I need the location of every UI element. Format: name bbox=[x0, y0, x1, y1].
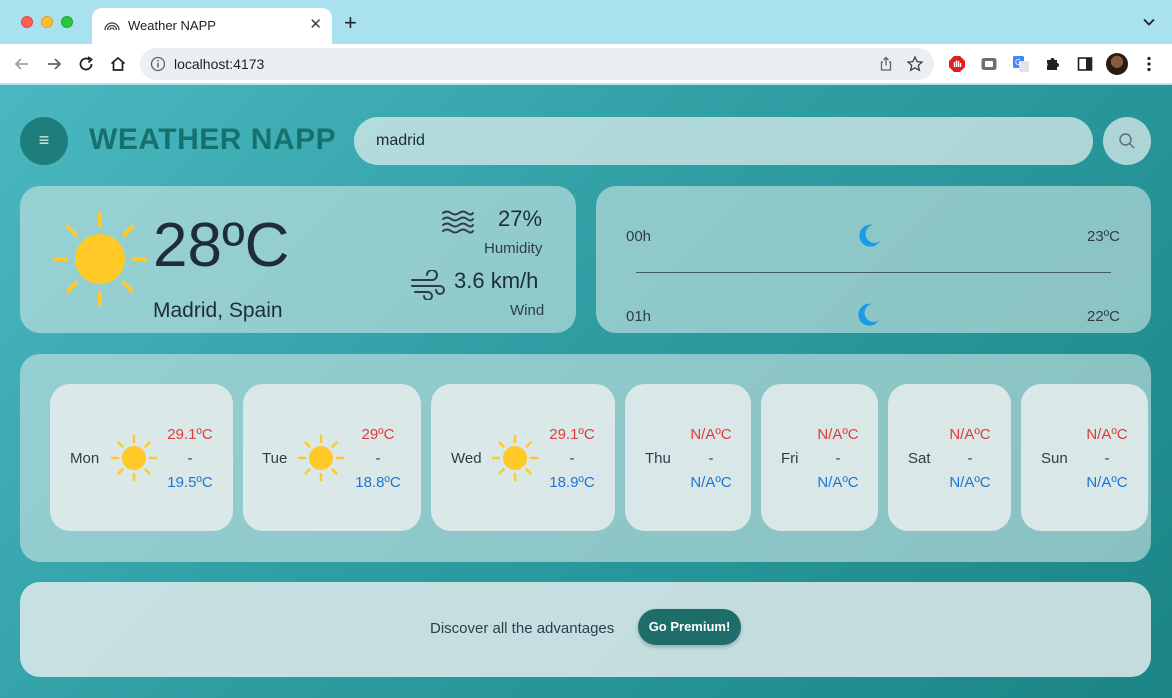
temperature-separator: - bbox=[569, 450, 575, 467]
day-card-tue[interactable]: Tue 29ºC - 18.8ºC bbox=[243, 384, 421, 531]
browser-tab-bar: Weather NAPP ✕ + bbox=[0, 0, 1172, 44]
moon-icon bbox=[858, 303, 879, 326]
home-icon[interactable] bbox=[108, 54, 128, 74]
url-text: localhost:4173 bbox=[174, 56, 265, 72]
max-temperature: 29.1ºC bbox=[167, 426, 213, 443]
temperature-separator: - bbox=[708, 450, 714, 467]
max-temperature: N/AºC bbox=[817, 426, 859, 443]
new-tab-button[interactable]: + bbox=[344, 12, 357, 34]
weather-app: ≡ WEATHER NAPP madrid 28ºC Madrid, Spain… bbox=[0, 85, 1172, 698]
min-temperature: N/AºC bbox=[690, 474, 732, 491]
puzzle-extensions-icon[interactable] bbox=[1044, 55, 1062, 73]
humidity-label: Humidity bbox=[484, 240, 543, 257]
wind-value: 3.6 km/h bbox=[454, 268, 539, 293]
app-title: WEATHER NAPP bbox=[89, 123, 337, 156]
translate-extension-icon[interactable]: G bbox=[1012, 55, 1030, 73]
hour-temperature: 23ºC bbox=[1087, 228, 1120, 245]
temperature-separator: - bbox=[187, 450, 193, 467]
current-weather-card: 28ºC Madrid, Spain 27% Humidity 3.6 km/h… bbox=[20, 186, 576, 333]
day-name: Thu bbox=[645, 450, 671, 467]
humidity-waves-icon bbox=[442, 210, 474, 234]
share-icon[interactable] bbox=[878, 56, 894, 72]
weekly-forecast-card: Mon 29.1ºC - 19.5ºC Tue 29ºC - 18.8ºC We… bbox=[20, 354, 1151, 562]
minimize-window-button[interactable] bbox=[41, 16, 53, 28]
forward-arrow-icon[interactable] bbox=[44, 54, 64, 74]
search-icon bbox=[1119, 133, 1135, 149]
browser-tab[interactable]: Weather NAPP ✕ bbox=[92, 8, 332, 44]
sun-icon bbox=[491, 434, 539, 482]
screenshot-extension-icon[interactable] bbox=[980, 55, 998, 73]
go-premium-button[interactable]: Go Premium! bbox=[638, 609, 741, 645]
min-temperature: N/AºC bbox=[817, 474, 859, 491]
day-card-sat[interactable]: Sat N/AºC - N/AºC bbox=[888, 384, 1011, 531]
day-card-fri[interactable]: Fri N/AºC - N/AºC bbox=[761, 384, 878, 531]
day-name: Sun bbox=[1041, 450, 1068, 467]
temperature-separator: - bbox=[375, 450, 381, 467]
chevron-down-icon[interactable] bbox=[1142, 15, 1156, 29]
side-panel-icon[interactable] bbox=[1076, 55, 1094, 73]
address-bar[interactable]: localhost:4173 bbox=[140, 48, 934, 80]
hour-time: 01h bbox=[626, 308, 652, 325]
premium-banner: Discover all the advantages Go Premium! bbox=[20, 582, 1151, 677]
hour-temperature: 22ºC bbox=[1087, 308, 1120, 325]
svg-text:G: G bbox=[1015, 58, 1021, 67]
adblock-extension-icon[interactable] bbox=[948, 55, 966, 73]
min-temperature: 19.5ºC bbox=[167, 474, 213, 491]
browser-toolbar: localhost:4173 G bbox=[0, 44, 1172, 84]
promo-text: Discover all the advantages bbox=[430, 620, 615, 637]
info-icon[interactable] bbox=[150, 56, 166, 72]
divider bbox=[636, 272, 1111, 273]
max-temperature: N/AºC bbox=[1086, 426, 1128, 443]
search-input[interactable]: madrid bbox=[354, 117, 1093, 165]
reload-icon[interactable] bbox=[76, 54, 96, 74]
day-name: Fri bbox=[781, 450, 799, 467]
day-card-sun[interactable]: Sun N/AºC - N/AºC bbox=[1021, 384, 1148, 531]
sun-icon bbox=[110, 434, 158, 482]
max-temperature: 29.1ºC bbox=[549, 426, 595, 443]
day-card-wed[interactable]: Wed 29.1ºC - 18.9ºC bbox=[431, 384, 615, 531]
max-temperature: N/AºC bbox=[949, 426, 991, 443]
bookmark-star-icon[interactable] bbox=[906, 55, 924, 73]
temperature-separator: - bbox=[835, 450, 841, 467]
hourly-forecast-card: 00h 23ºC 01h 22ºC bbox=[596, 186, 1151, 333]
profile-avatar[interactable] bbox=[1106, 53, 1128, 75]
max-temperature: 29ºC bbox=[361, 426, 395, 443]
location-name: Madrid, Spain bbox=[153, 299, 283, 322]
hamburger-menu-button[interactable]: ≡ bbox=[20, 117, 68, 165]
temperature-separator: - bbox=[967, 450, 973, 467]
close-tab-icon[interactable]: ✕ bbox=[309, 16, 322, 34]
day-card-mon[interactable]: Mon 29.1ºC - 19.5ºC bbox=[50, 384, 233, 531]
current-temperature: 28ºC bbox=[153, 211, 290, 280]
min-temperature: N/AºC bbox=[1086, 474, 1128, 491]
moon-icon bbox=[859, 224, 880, 247]
sun-icon bbox=[297, 434, 345, 482]
wind-icon bbox=[411, 270, 445, 300]
day-name: Mon bbox=[70, 450, 100, 467]
day-card-thu[interactable]: Thu N/AºC - N/AºC bbox=[625, 384, 751, 531]
close-window-button[interactable] bbox=[21, 16, 33, 28]
sun-icon bbox=[53, 212, 147, 306]
maximize-window-button[interactable] bbox=[61, 16, 73, 28]
hour-time: 00h bbox=[626, 228, 652, 245]
max-temperature: N/AºC bbox=[690, 426, 732, 443]
min-temperature: N/AºC bbox=[949, 474, 991, 491]
rainbow-icon bbox=[104, 22, 120, 31]
day-name: Sat bbox=[908, 450, 931, 467]
tab-title: Weather NAPP bbox=[128, 18, 216, 33]
min-temperature: 18.9ºC bbox=[549, 474, 595, 491]
search-input-value: madrid bbox=[376, 132, 425, 149]
search-button[interactable] bbox=[1103, 117, 1151, 165]
back-arrow-icon[interactable] bbox=[12, 54, 32, 74]
day-name: Wed bbox=[451, 450, 482, 467]
day-name: Tue bbox=[262, 450, 288, 467]
kebab-menu-icon[interactable] bbox=[1141, 55, 1157, 73]
wind-label: Wind bbox=[510, 302, 545, 319]
humidity-value: 27% bbox=[498, 206, 543, 231]
temperature-separator: - bbox=[1104, 450, 1110, 467]
min-temperature: 18.8ºC bbox=[355, 474, 401, 491]
